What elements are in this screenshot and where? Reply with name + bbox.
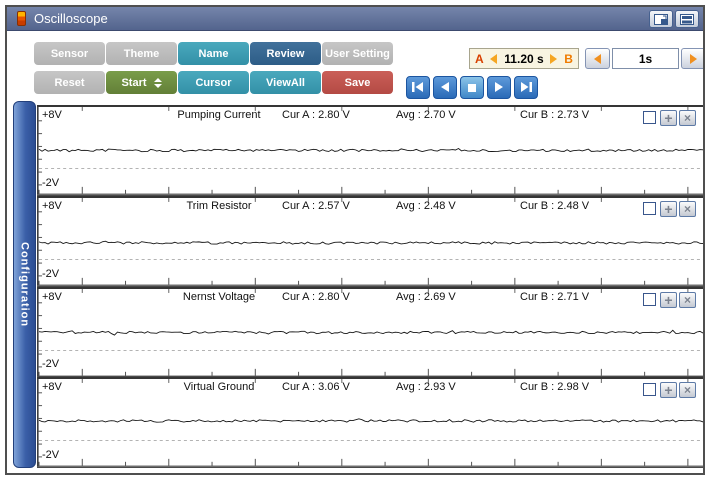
avg-readout: Avg : 2.48 V [396,199,456,212]
skip-to-start-button[interactable] [406,76,430,99]
step-back-icon [440,80,450,95]
split-button[interactable] [675,10,699,28]
cursor-a-arrow-icon [490,53,498,64]
cursor-a-readout: Cur A : 2.57 V [282,199,350,212]
interval-decrease-button[interactable] [585,48,610,69]
avg-readout: Avg : 2.69 V [396,290,456,303]
add-channel-button[interactable]: + [660,382,677,399]
close-channel-button[interactable]: × [679,291,696,308]
close-icon: × [683,111,691,125]
cursor-b-readout: Cur B : 2.98 V [520,381,590,394]
layout-button[interactable] [649,10,673,28]
stop-icon [468,80,476,95]
cursor-b-readout: Cur B : 2.73 V [520,109,590,121]
scope-panel: +8V -2V Trim Resistor Cur A : 2.57 V Avg… [37,195,703,287]
name-button[interactable]: Name [178,42,249,65]
y-min-label: -2V [42,449,60,461]
save-button[interactable]: Save [322,71,393,94]
channel-checkbox[interactable] [643,292,656,306]
add-channel-button[interactable]: + [660,110,677,126]
interval-increase-button[interactable] [681,48,703,69]
cursor-a-readout: Cur A : 2.80 V [282,109,350,121]
cursor-b-readout: Cur B : 2.48 V [520,199,590,212]
start-button-label: Start [121,76,147,89]
waveform-plot [37,379,703,467]
waveform-plot [37,288,703,377]
play-button[interactable] [487,76,511,99]
skip-to-end-button[interactable] [514,76,538,99]
theme-button[interactable]: Theme [106,42,177,65]
sensor-button[interactable]: Sensor [34,42,105,65]
cursor-b-tag: B [564,51,573,66]
start-button[interactable]: Start [106,71,177,94]
avg-readout: Avg : 2.70 V [396,109,456,121]
ab-delta-time: 11.20 s [504,51,544,66]
channel-checkbox[interactable] [643,383,656,397]
window-title: Oscilloscope [34,11,108,26]
scope-app-icon [17,11,26,26]
waveform-plot [37,197,703,286]
y-min-label: -2V [42,358,60,371]
oscilloscope-window: Oscilloscope Sensor Theme Name Review Us… [5,5,705,475]
cursor-a-readout: Cur A : 2.80 V [282,290,350,303]
ab-time-readout: A 11.20 s B [469,48,579,69]
layout-icon [654,13,668,25]
channel-checkbox[interactable] [643,201,656,215]
play-icon [494,80,504,95]
close-icon: × [683,292,691,307]
cursor-a-tag: A [475,51,484,66]
interval-input[interactable] [612,48,679,69]
reset-button[interactable]: Reset [34,71,105,94]
scope-panel: +8V -2V Nernst Voltage Cur A : 2.80 V Av… [37,286,703,378]
channel-name: Nernst Voltage [182,290,256,303]
plus-icon: + [664,110,673,126]
y-min-label: -2V [42,176,60,189]
plus-icon: + [664,382,673,399]
scope-panels-area: A B +8V -2V Pumping Current Cur A : 2.80… [37,105,703,468]
y-min-label: -2V [42,267,60,280]
scope-panel: +8V -2V Virtual Ground Cur A : 3.06 V Av… [37,377,703,468]
skip-to-end-icon [520,80,532,95]
waveform-plot [37,107,703,195]
add-channel-button[interactable]: + [660,200,677,217]
channel-checkbox[interactable] [643,111,656,124]
close-channel-button[interactable]: × [679,382,696,399]
close-channel-button[interactable]: × [679,200,696,217]
plus-icon: + [664,200,673,217]
channel-name: Trim Resistor [186,199,252,212]
channel-name: Virtual Ground [183,381,255,394]
step-back-button[interactable] [433,76,457,99]
y-max-label: +8V [42,381,62,394]
scope-panel: +8V -2V Pumping Current Cur A : 2.80 V A… [37,105,703,196]
review-button[interactable]: Review [250,42,321,65]
add-channel-button[interactable]: + [660,291,677,308]
avg-readout: Avg : 2.93 V [396,381,456,394]
close-icon: × [683,383,691,398]
close-channel-button[interactable]: × [679,110,696,126]
user-setting-button[interactable]: User Setting [322,42,393,65]
cursor-button[interactable]: Cursor [178,71,249,94]
stop-button[interactable] [460,76,484,99]
title-bar: Oscilloscope [7,7,703,31]
skip-to-start-icon [412,80,424,95]
y-max-label: +8V [42,199,62,212]
channel-name: Pumping Current [177,109,261,121]
configuration-tab-label: Configuration [18,241,31,328]
right-arrow-icon [690,53,697,64]
configuration-tab[interactable]: Configuration [13,101,36,468]
cursor-b-readout: Cur B : 2.71 V [520,290,590,303]
plus-icon: + [664,291,673,308]
y-max-label: +8V [42,109,62,121]
cursor-a-readout: Cur A : 3.06 V [282,381,350,394]
y-max-label: +8V [42,290,62,303]
left-arrow-icon [594,53,601,64]
cursor-b-arrow-icon [550,53,558,64]
close-icon: × [683,201,691,216]
split-panes-icon [680,13,694,25]
start-spinner-icon [153,77,162,88]
viewall-button[interactable]: ViewAll [250,71,321,94]
